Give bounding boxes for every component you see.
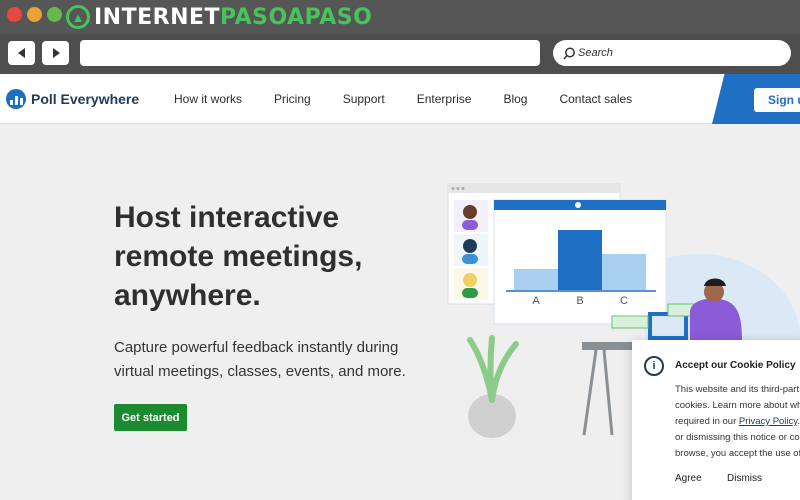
cookie-agree-button[interactable]: Agree	[675, 473, 702, 484]
hero-subtitle: Capture powerful feedback instantly duri…	[114, 336, 434, 384]
minimize-window-button[interactable]	[27, 7, 42, 22]
signup-label: Sign up	[768, 93, 800, 107]
nav-how-it-works[interactable]: How it works	[174, 92, 242, 106]
hero-title-line-2: remote meetings,	[114, 240, 363, 273]
cookie-line-5: browse, you accept the use of	[675, 448, 800, 459]
forward-button[interactable]	[42, 41, 69, 65]
cookie-line-3: required in our	[675, 416, 739, 427]
main-nav: How it works Pricing Support Enterprise …	[174, 92, 664, 106]
back-button[interactable]	[8, 41, 35, 65]
maximize-window-button[interactable]	[47, 7, 62, 22]
poll-bar-a	[514, 269, 558, 290]
back-arrow-icon	[17, 48, 25, 58]
watermark-ring-icon: ▲	[66, 5, 90, 29]
cookie-line-1: This website and its third-part	[675, 384, 800, 395]
watermark-logo: ▲ INTERNET PASOAPASO	[66, 3, 372, 31]
hero-title: Host interactive remote meetings, anywhe…	[114, 198, 434, 315]
browser-titlebar: ▲ INTERNET PASOAPASO	[0, 0, 800, 34]
search-placeholder: Search	[578, 47, 613, 59]
cookie-banner: i Accept our Cookie Policy This website …	[632, 340, 800, 500]
hero-title-line-1: Host interactive	[114, 201, 340, 234]
poll-label-a: A	[532, 295, 540, 307]
forward-arrow-icon	[52, 48, 60, 58]
nav-support[interactable]: Support	[343, 92, 385, 106]
watermark-left: INTERNET	[94, 4, 221, 30]
cookie-line-4: or dismissing this notice or co	[675, 432, 800, 443]
hero-subtitle-line-1: Capture powerful feedback instantly duri…	[114, 339, 399, 356]
hero-title-line-3: anywhere.	[114, 279, 261, 312]
get-started-button[interactable]: Get started	[114, 404, 187, 431]
plant-leaves	[467, 335, 519, 403]
nav-pricing[interactable]: Pricing	[274, 92, 311, 106]
site-header: Poll Everywhere How it works Pricing Sup…	[0, 74, 800, 124]
hero-subtitle-line-2: virtual meetings, classes, events, and m…	[114, 363, 406, 380]
poll-bar-c	[602, 254, 646, 290]
logo-bars-icon	[6, 89, 26, 109]
cookie-line-2: cookies. Learn more about wh	[675, 400, 800, 411]
logo-text: Poll Everywhere	[31, 91, 140, 107]
signup-button[interactable]: Sign up	[754, 88, 800, 112]
search-icon	[563, 47, 575, 59]
browser-search-input[interactable]: Search	[553, 40, 791, 66]
close-window-button[interactable]	[7, 7, 22, 22]
browser-toolbar: Search	[0, 34, 800, 74]
privacy-policy-link[interactable]: Privacy Policy	[739, 416, 797, 427]
poll-label-b: B	[576, 295, 583, 307]
info-icon: i	[644, 356, 664, 376]
cookie-dismiss-button[interactable]: Dismiss	[727, 473, 762, 484]
nav-contact-sales[interactable]: Contact sales	[559, 92, 632, 106]
watermark-right: PASOAPASO	[220, 4, 373, 30]
cookie-body: This website and its third-part cookies.…	[675, 382, 800, 462]
address-bar[interactable]	[80, 40, 540, 66]
poll-label-c: C	[620, 295, 628, 307]
poll-bar-b	[558, 230, 602, 290]
poll-everywhere-logo[interactable]: Poll Everywhere	[6, 89, 139, 109]
nav-blog[interactable]: Blog	[503, 92, 527, 106]
nav-enterprise[interactable]: Enterprise	[417, 92, 472, 106]
cookie-title: Accept our Cookie Policy	[675, 360, 796, 371]
